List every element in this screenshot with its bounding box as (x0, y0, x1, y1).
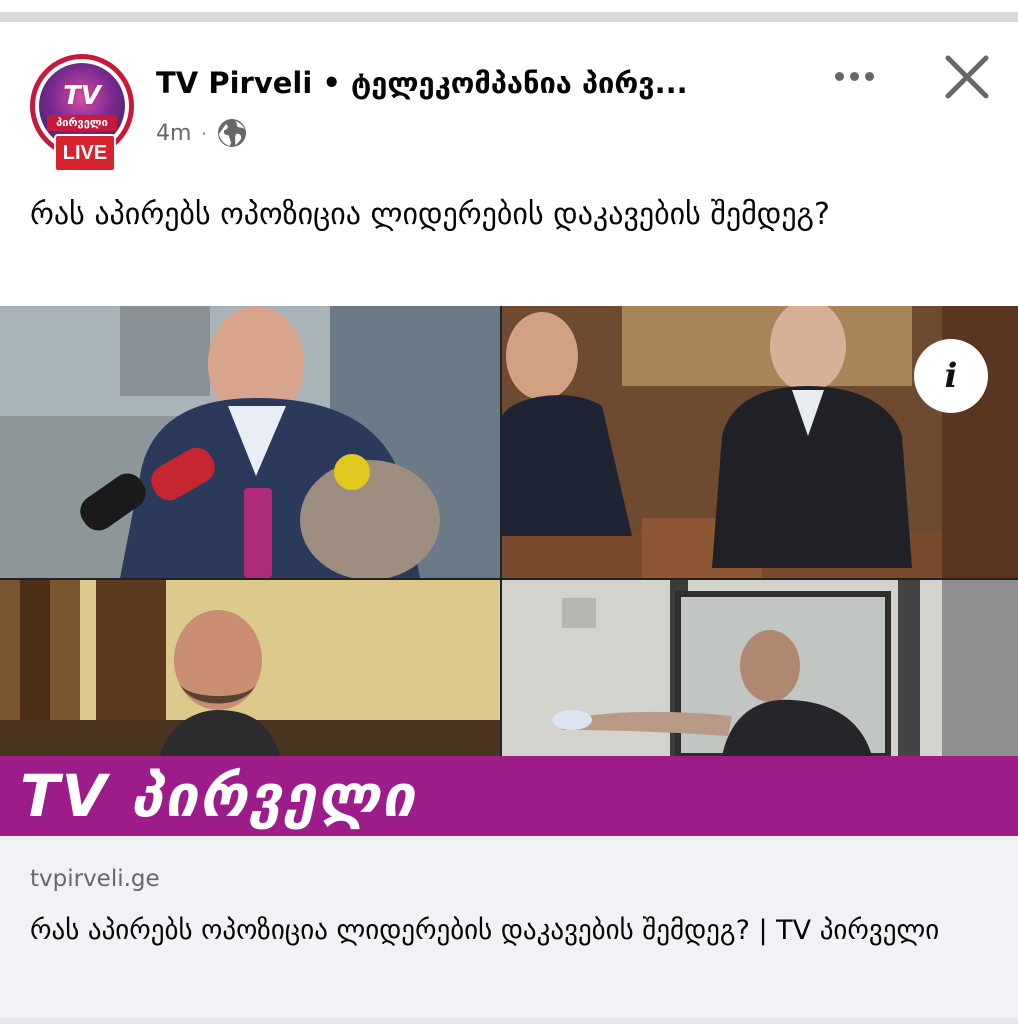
avatar-logo-text: TV (63, 81, 101, 111)
page-name[interactable]: TV Pirveli • ტელეკომპანია პირვ... (156, 66, 688, 100)
meta-separator: · (201, 123, 207, 143)
more-horizontal-icon (834, 71, 844, 81)
globe-icon[interactable] (217, 118, 247, 148)
link-title[interactable]: რას აპირებს ოპოზიცია ლიდერების დაკავების… (30, 910, 990, 952)
photo-man-behind-glass (502, 580, 1018, 756)
bottom-divider (0, 1018, 1018, 1024)
page-avatar[interactable]: TV პირველი LIVE (30, 54, 136, 172)
post-time[interactable]: 4m (156, 121, 191, 146)
info-button[interactable]: i (914, 339, 988, 413)
link-domain[interactable]: tvpirveli.ge (30, 866, 160, 892)
brand-logo-text: TV პირველი (20, 762, 417, 830)
post-image[interactable] (0, 306, 1018, 756)
post-text: რას აპირებს ოპოზიცია ლიდერების დაკავების… (30, 197, 830, 232)
photo-press-conference (0, 306, 500, 578)
photo-defendant-bald-man (0, 580, 500, 756)
avatar-logo-subtext: პირველი (47, 115, 117, 131)
close-icon (945, 55, 989, 99)
brand-banner: TV პირველი (0, 756, 1018, 836)
more-options-button[interactable] (826, 58, 882, 94)
top-divider (0, 0, 1018, 24)
live-badge: LIVE (54, 134, 116, 172)
close-button[interactable] (940, 50, 994, 104)
post-meta: 4m · (156, 118, 247, 148)
